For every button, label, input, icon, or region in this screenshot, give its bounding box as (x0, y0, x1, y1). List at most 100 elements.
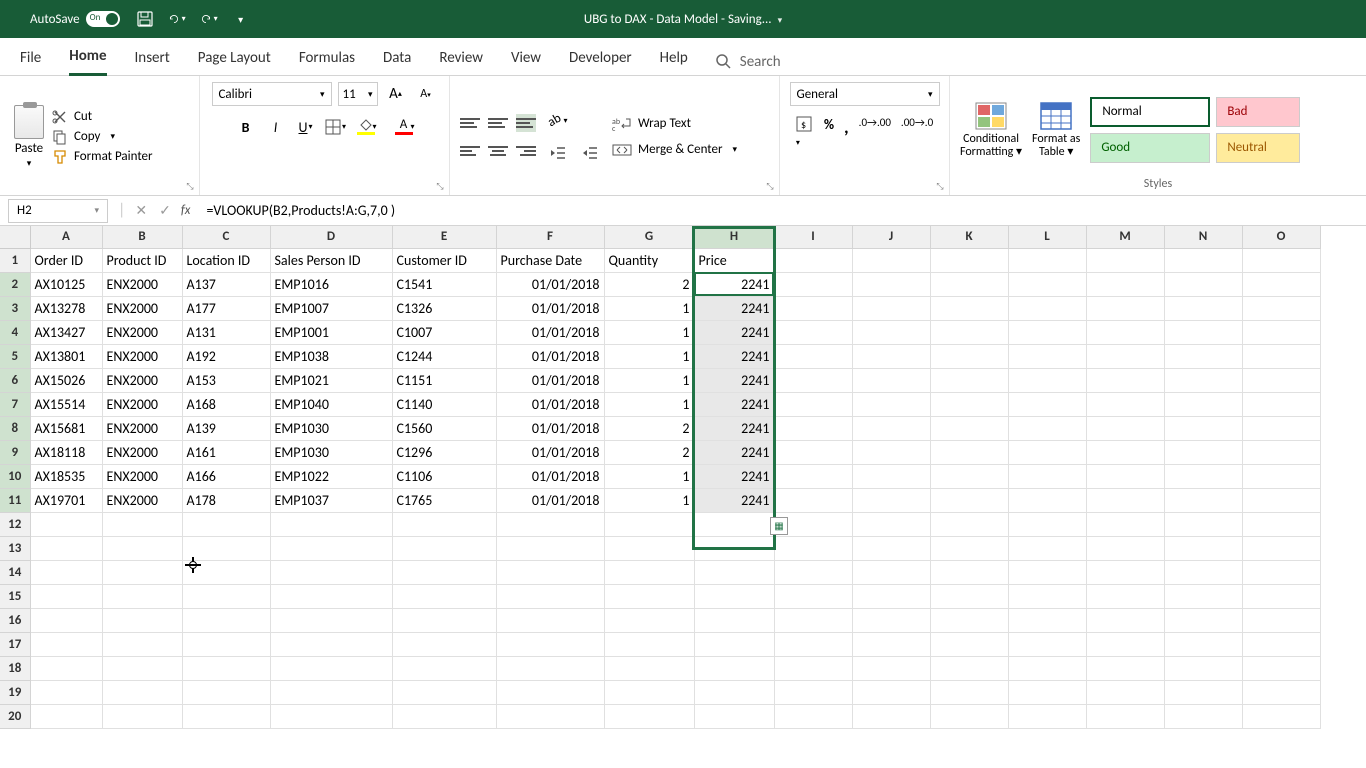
cell[interactable] (774, 488, 852, 512)
autofill-options-icon[interactable]: ▦ (770, 517, 788, 535)
cell[interactable]: C1296 (392, 440, 496, 464)
select-all-corner[interactable] (0, 226, 30, 248)
formula-input[interactable]: =VLOOKUP(B2,Products!A:G,7,0 ) (200, 202, 1366, 219)
cell[interactable] (102, 560, 182, 584)
cell[interactable] (182, 656, 270, 680)
cell[interactable] (930, 320, 1008, 344)
cell[interactable] (182, 584, 270, 608)
cell[interactable] (694, 632, 774, 656)
cell[interactable] (930, 680, 1008, 704)
cell[interactable] (694, 680, 774, 704)
cell[interactable]: C1140 (392, 392, 496, 416)
cell[interactable]: EMP1022 (270, 464, 392, 488)
cell[interactable] (1242, 632, 1320, 656)
cell[interactable] (270, 632, 392, 656)
tab-page-layout[interactable]: Page Layout (198, 49, 271, 75)
cell[interactable] (1086, 392, 1164, 416)
cell[interactable]: Price (694, 248, 774, 272)
cell[interactable] (30, 584, 102, 608)
accounting-format-button[interactable]: $▾ (796, 116, 814, 149)
cell[interactable]: 01/01/2018 (496, 296, 604, 320)
cell[interactable]: 2241 (694, 320, 774, 344)
cell[interactable] (1242, 608, 1320, 632)
cell[interactable]: 2241 (694, 488, 774, 512)
cell[interactable] (30, 704, 102, 728)
row-header[interactable]: 9 (0, 440, 30, 464)
cell[interactable]: 01/01/2018 (496, 440, 604, 464)
cell[interactable] (852, 440, 930, 464)
cell[interactable] (1242, 680, 1320, 704)
cell[interactable] (930, 392, 1008, 416)
cell[interactable] (1164, 584, 1242, 608)
cell[interactable] (694, 512, 774, 536)
cell[interactable] (1008, 584, 1086, 608)
cell[interactable] (604, 608, 694, 632)
row-header[interactable]: 12 (0, 512, 30, 536)
row-header[interactable]: 11 (0, 488, 30, 512)
cell[interactable] (1086, 560, 1164, 584)
column-header[interactable]: N (1164, 226, 1242, 248)
cell[interactable] (1242, 272, 1320, 296)
cell[interactable]: C1560 (392, 416, 496, 440)
cell[interactable] (1086, 416, 1164, 440)
cell[interactable]: AX15514 (30, 392, 102, 416)
cell[interactable]: Product ID (102, 248, 182, 272)
cell[interactable] (392, 680, 496, 704)
spreadsheet-grid[interactable]: ABCDEFGHIJKLMNO1Order IDProduct IDLocati… (0, 226, 1366, 729)
cell[interactable] (852, 512, 930, 536)
cell[interactable] (1242, 488, 1320, 512)
cell[interactable]: ENX2000 (102, 296, 182, 320)
cell[interactable]: 1 (604, 368, 694, 392)
cell[interactable] (1086, 272, 1164, 296)
name-box[interactable]: H2▾ (8, 199, 108, 223)
cell[interactable]: EMP1016 (270, 272, 392, 296)
cell[interactable]: ENX2000 (102, 392, 182, 416)
cell[interactable]: A168 (182, 392, 270, 416)
cell[interactable]: A153 (182, 368, 270, 392)
column-header[interactable]: C (182, 226, 270, 248)
cell[interactable] (1008, 440, 1086, 464)
cell[interactable] (392, 632, 496, 656)
cell[interactable] (694, 584, 774, 608)
cell[interactable] (1008, 320, 1086, 344)
cell[interactable] (30, 632, 102, 656)
row-header[interactable]: 16 (0, 608, 30, 632)
cell[interactable] (1242, 536, 1320, 560)
cell[interactable] (392, 608, 496, 632)
cell[interactable] (852, 344, 930, 368)
cell[interactable] (774, 416, 852, 440)
cell[interactable]: Quantity (604, 248, 694, 272)
number-format-select[interactable]: General▾ (790, 82, 940, 106)
cell[interactable] (930, 464, 1008, 488)
cell[interactable]: 1 (604, 488, 694, 512)
cell[interactable]: AX15681 (30, 416, 102, 440)
cell[interactable]: 1 (604, 464, 694, 488)
cell[interactable] (774, 632, 852, 656)
decrease-indent-button[interactable] (546, 142, 570, 164)
italic-button[interactable]: I (264, 116, 288, 138)
cell[interactable] (1008, 632, 1086, 656)
cell[interactable]: EMP1030 (270, 440, 392, 464)
column-header[interactable]: M (1086, 226, 1164, 248)
dialog-launcher-icon[interactable]: ⤡ (935, 181, 945, 191)
cell[interactable] (270, 680, 392, 704)
cell[interactable] (102, 632, 182, 656)
cell[interactable] (852, 536, 930, 560)
save-icon[interactable] (136, 10, 154, 28)
cell[interactable] (930, 272, 1008, 296)
cell[interactable] (1242, 344, 1320, 368)
tab-view[interactable]: View (511, 49, 541, 75)
tab-help[interactable]: Help (660, 49, 688, 75)
cell[interactable] (1008, 704, 1086, 728)
cell[interactable]: AX10125 (30, 272, 102, 296)
cell[interactable]: 2241 (694, 440, 774, 464)
column-header[interactable]: A (30, 226, 102, 248)
cell[interactable] (694, 536, 774, 560)
cell[interactable] (774, 560, 852, 584)
cell[interactable]: 2 (604, 272, 694, 296)
cell[interactable] (1008, 608, 1086, 632)
cell[interactable]: A139 (182, 416, 270, 440)
cell[interactable]: ENX2000 (102, 344, 182, 368)
cell[interactable] (270, 536, 392, 560)
column-header[interactable]: J (852, 226, 930, 248)
